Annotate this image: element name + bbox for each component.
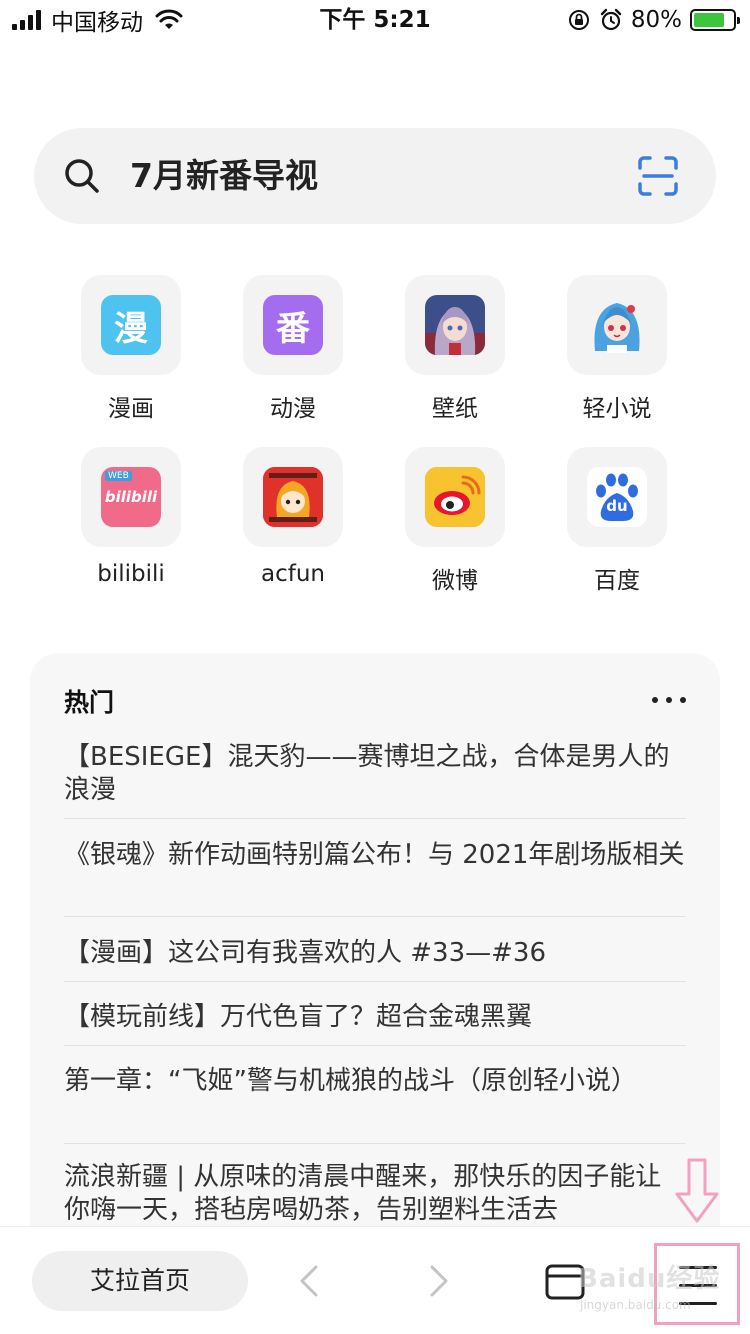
news-item[interactable]: 第一章：“飞姬”警与机械狼的战斗（原创轻小说） [64,1065,637,1098]
shortcut-weibo[interactable]: 微博 [374,447,536,597]
status-right: 80% [567,4,740,36]
divider [64,818,686,819]
divider [64,981,686,982]
shortcut-label: 轻小说 [582,396,652,422]
anime-girl-novel-icon [587,295,647,355]
shortcut-baidu[interactable]: du 百度 [536,447,698,597]
shortcut-manhua[interactable]: 漫 漫画 [50,275,212,425]
web-badge: WEB [105,471,132,481]
news-item[interactable]: 【BESIEGE】混天豹——赛博坦之战，合体是男人的浪漫 [64,741,686,807]
down-arrow-annotation-icon [675,1158,719,1223]
divider [64,1143,686,1144]
shortcut-label: 动漫 [270,396,316,422]
news-item[interactable]: 《银魂》新作动画特别篇公布！与 2021年剧场版相关 [64,839,686,872]
bilibili-logo-text: bilibili [104,488,158,506]
weibo-logo-icon [425,467,485,527]
shortcut-label: 漫画 [108,396,154,422]
divider [64,916,686,917]
baidu-logo-icon: du [587,467,647,527]
shortcut-label: bilibili [97,561,165,587]
alarm-icon [600,8,622,31]
forward-arrow-icon[interactable] [418,1261,458,1301]
search-query-text[interactable]: 7月新番导视 [130,128,318,224]
dongman-icon: 番 [263,295,323,355]
scan-icon[interactable] [636,154,680,198]
shortcut-label: 微博 [432,568,478,594]
battery-icon [690,9,740,31]
shortcut-qingxiaoshuo[interactable]: 轻小说 [536,275,698,425]
news-item[interactable]: 【漫画】这公司有我喜欢的人 #33—#36 [64,937,686,970]
manhua-icon: 漫 [101,295,161,355]
shortcut-label: acfun [261,561,325,587]
search-bar[interactable]: 7月新番导视 [34,128,716,224]
bilibili-logo-icon: WEB bilibili [101,467,161,527]
news-item[interactable]: 流浪新疆 | 从原味的清晨中醒来，那快乐的因子能让你嗨一天，搭毡房喝奶茶，告别塑… [64,1161,686,1227]
hot-title: 热门 [64,688,115,717]
status-bar: 中国移动 下午 5:21 80% [0,0,750,40]
shortcut-label: 壁纸 [432,396,478,422]
acfun-logo-icon [263,467,323,527]
anime-girl-wallpaper-icon [425,295,485,355]
watermark-sub: jingyan.baidu.com [580,1298,691,1312]
shortcut-dongman[interactable]: 番 动漫 [212,275,374,425]
home-button[interactable]: 艾拉首页 [32,1251,248,1311]
shortcut-bilibili[interactable]: WEB bilibili bilibili [50,447,212,597]
shortcut-acfun[interactable]: acfun [212,447,374,597]
orientation-lock-icon [568,10,589,30]
baidu-logo-text: du [606,497,628,515]
news-item[interactable]: 【模玩前线】万代色盲了？超合金魂黑翼 [64,1001,686,1034]
search-icon [65,159,99,193]
back-arrow-icon[interactable] [290,1261,330,1301]
more-options-icon[interactable] [652,697,686,703]
shortcut-label: 百度 [594,568,640,594]
watermark-text: Baidu经验 [578,1264,721,1294]
divider [64,1045,686,1046]
battery-percent: 80% [630,7,682,33]
shortcut-bizhi[interactable]: 壁纸 [374,275,536,425]
